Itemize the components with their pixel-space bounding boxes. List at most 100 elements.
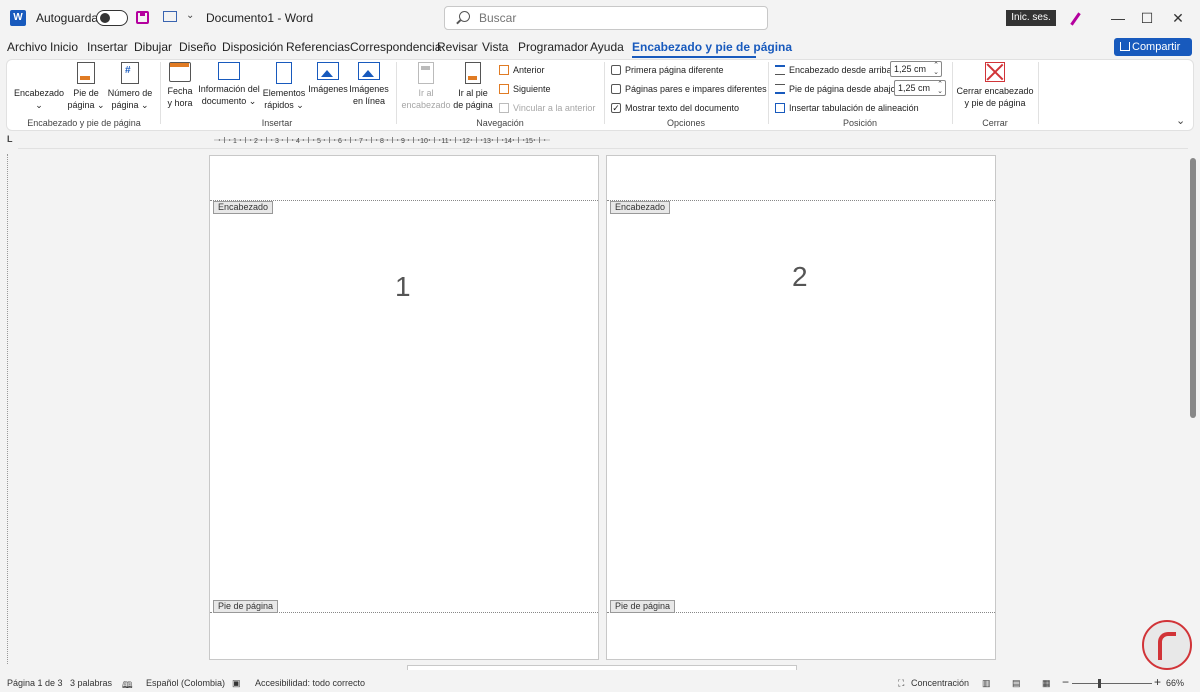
odd-even-checkbox[interactable] — [611, 83, 621, 94]
different-first-page-label: Primera página diferente — [625, 65, 724, 75]
focus-icon[interactable]: ⛶ — [898, 678, 904, 689]
search-input[interactable] — [479, 10, 759, 26]
search-box[interactable] — [444, 6, 768, 30]
page-number[interactable]: 1 — [395, 271, 411, 303]
spinner-arrows-icon[interactable]: ⌃ ⌄ — [937, 81, 943, 95]
go-to-header-label: Ir al — [418, 88, 434, 98]
title-bar: W Autoguardado ⌄ Documento1 - Word Inic.… — [0, 0, 1200, 36]
quick-parts-button[interactable]: Elementos rápidos ⌄ — [262, 62, 306, 111]
tab-dibujar[interactable]: Dibujar — [134, 40, 172, 54]
tab-selector-icon[interactable]: L — [7, 134, 13, 144]
collapse-ribbon-icon[interactable]: ⌄ — [1176, 114, 1185, 127]
pictures-button[interactable]: Imágenes — [308, 62, 348, 95]
tab-insertar[interactable]: Insertar — [87, 40, 128, 54]
close-header-footer-button[interactable]: Cerrar encabezado y pie de página — [956, 62, 1034, 109]
group-label-insert: Insertar — [261, 118, 293, 128]
tab-ayuda[interactable]: Ayuda — [590, 40, 624, 54]
tab-revisar[interactable]: Revisar — [437, 40, 478, 54]
go-to-header-button[interactable]: Ir al encabezado — [400, 62, 452, 111]
designer-pen-icon[interactable] — [1070, 12, 1081, 26]
header-button[interactable]: Encabezado ⌄ — [14, 62, 64, 239]
save-icon[interactable] — [136, 11, 149, 24]
group-separator — [1038, 62, 1039, 124]
tab-referencias[interactable]: Referencias — [286, 40, 350, 54]
ruler-label: 6 — [338, 138, 342, 145]
qat-customize-icon[interactable]: ⌄ — [186, 10, 194, 21]
focus-label[interactable]: Concentración — [911, 678, 969, 688]
zoom-level[interactable]: 66% — [1166, 678, 1184, 688]
tab-correspondencia[interactable]: Correspondencia — [350, 40, 441, 54]
document-info-icon — [218, 62, 240, 80]
document-canvas[interactable] — [18, 148, 1188, 666]
vertical-ruler[interactable] — [7, 154, 10, 664]
show-document-text-label: Mostrar texto del documento — [625, 103, 740, 113]
scrollbar-thumb[interactable] — [1190, 158, 1196, 418]
date-time-button[interactable]: Fecha y hora — [164, 62, 196, 109]
page-3-preview[interactable] — [407, 665, 797, 670]
next-icon — [499, 83, 509, 94]
link-to-previous-button[interactable]: Vincular a la anterior — [499, 101, 595, 115]
page-2[interactable]: Encabezado 2 Pie de página — [606, 155, 996, 660]
show-document-text-checkbox[interactable]: ✓ — [611, 102, 621, 113]
ruler-label: 3 — [275, 138, 279, 145]
header-from-top-row: Encabezado desde arriba: — [775, 63, 894, 77]
close-window-button[interactable]: ✕ — [1168, 8, 1188, 28]
online-pictures-icon — [358, 62, 380, 80]
tab-archivo[interactable]: Archivo — [7, 40, 47, 54]
different-first-page-checkbox[interactable] — [611, 64, 621, 75]
group-label-position: Posición — [842, 118, 878, 128]
previous-button[interactable]: Anterior — [499, 63, 545, 77]
tab-encabezado-pie[interactable]: Encabezado y pie de página — [632, 40, 792, 54]
sign-in-button[interactable]: Inic. ses. — [1006, 10, 1056, 26]
link-to-previous-label: Vincular a la anterior — [513, 103, 596, 113]
language-label[interactable]: Español (Colombia) — [146, 678, 225, 688]
present-icon[interactable] — [163, 11, 177, 22]
zoom-slider-thumb[interactable] — [1098, 679, 1101, 688]
page-number[interactable]: 2 — [792, 261, 808, 293]
alignment-tab-icon — [775, 102, 785, 113]
go-to-footer-button[interactable]: Ir al pie de página — [452, 62, 494, 111]
page-number-button[interactable]: Número de página ⌄ — [106, 62, 154, 111]
proofing-icon[interactable]: 🕮 — [122, 678, 133, 692]
predictions-icon[interactable]: ▣ — [232, 678, 241, 689]
zoom-in-button[interactable]: + — [1154, 675, 1161, 689]
tab-inicio[interactable]: Inicio — [50, 40, 78, 54]
accessibility-status[interactable]: Accesibilidad: todo correcto — [255, 678, 365, 688]
document-title: Documento1 - Word — [206, 11, 314, 25]
pictures-icon — [317, 62, 339, 80]
odd-even-option[interactable]: Páginas pares e impares diferentes — [611, 82, 767, 96]
insert-alignment-tab-button[interactable]: Insertar tabulación de alineación — [775, 101, 919, 115]
document-info-button[interactable]: Información del documento ⌄ — [198, 62, 260, 107]
horizontal-ruler[interactable]: 1 2 3 4 5 6 7 8 9 10 11 12 13 14 15 — [204, 134, 604, 146]
web-layout-icon[interactable]: ▦ — [1042, 678, 1051, 689]
zoom-out-button[interactable]: − — [1062, 675, 1069, 689]
share-icon — [1120, 42, 1130, 51]
footer-position-icon — [775, 83, 785, 94]
quick-parts-label: Elementos — [262, 88, 306, 98]
tab-disposicion[interactable]: Disposición — [222, 40, 283, 54]
page-1[interactable]: Encabezado 1 Pie de página — [209, 155, 599, 660]
show-document-text-option[interactable]: ✓ Mostrar texto del documento — [611, 101, 739, 115]
tab-programador[interactable]: Programador — [518, 40, 588, 54]
zoom-slider[interactable] — [1072, 683, 1152, 684]
page-count[interactable]: Página 1 de 3 — [7, 678, 63, 688]
footer-label: Pie de — [73, 88, 99, 98]
print-layout-icon[interactable]: ▤ — [1012, 678, 1021, 689]
word-logo-icon: W — [10, 10, 26, 26]
autosave-toggle[interactable] — [96, 10, 128, 26]
next-button[interactable]: Siguiente — [499, 82, 551, 96]
footer-from-bottom-input[interactable]: 1,25 cm ⌃ ⌄ — [894, 80, 946, 96]
go-to-footer-label: Ir al pie — [458, 88, 488, 98]
tab-diseno[interactable]: Diseño — [179, 40, 216, 54]
header-from-top-input[interactable]: 1,25 cm ⌃ ⌄ — [890, 61, 942, 77]
word-count[interactable]: 3 palabras — [70, 678, 112, 688]
spinner-arrows-icon[interactable]: ⌃ ⌄ — [933, 62, 939, 76]
close-header-footer-icon — [985, 62, 1005, 82]
minimize-button[interactable]: — — [1108, 8, 1128, 28]
footer-button[interactable]: Pie de página ⌄ — [66, 62, 106, 111]
online-pictures-button[interactable]: Imágenes en línea — [348, 62, 390, 107]
tab-vista[interactable]: Vista — [482, 40, 508, 54]
different-first-page-option[interactable]: Primera página diferente — [611, 63, 724, 77]
maximize-button[interactable]: ☐ — [1137, 8, 1157, 28]
read-mode-icon[interactable]: ▥ — [982, 678, 991, 689]
